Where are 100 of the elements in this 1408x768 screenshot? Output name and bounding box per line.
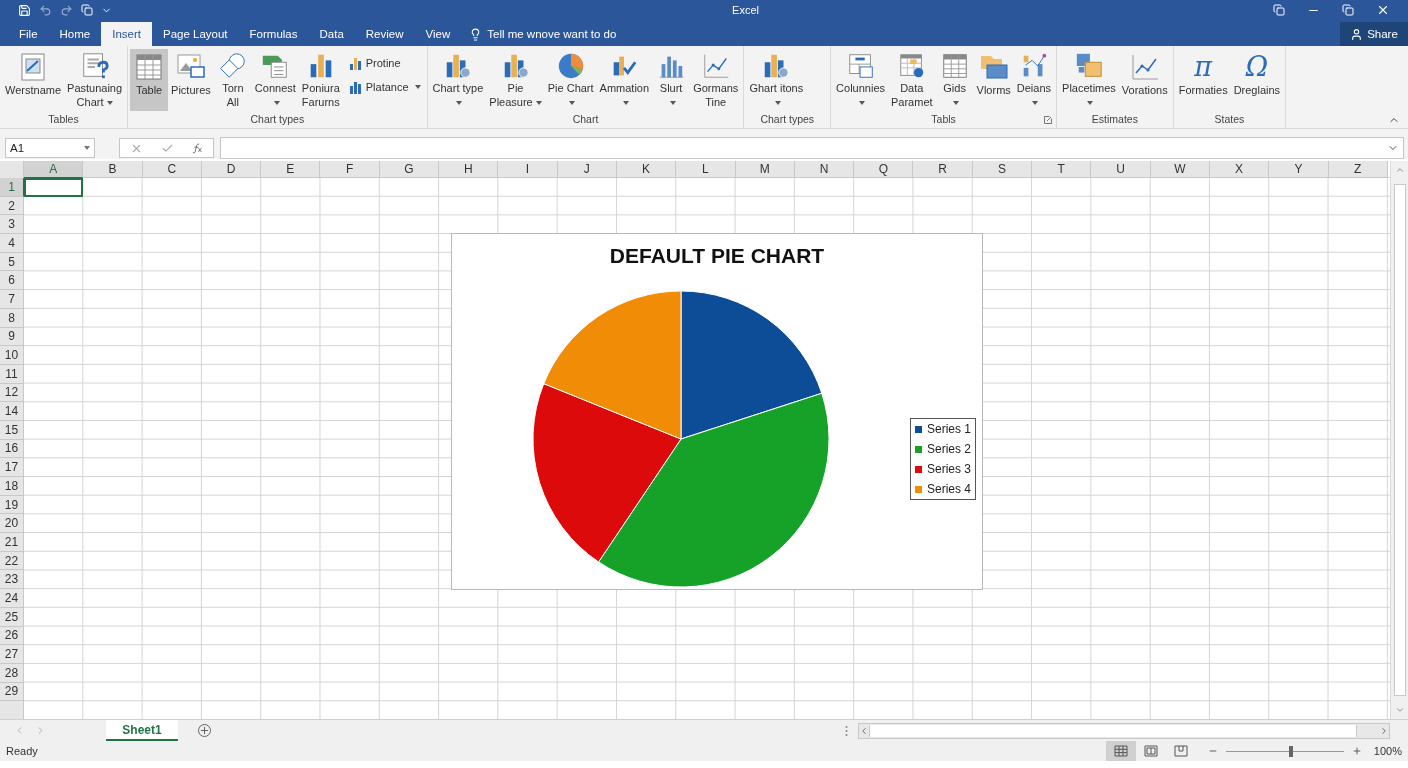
ribbon-button[interactable]: Placetimes	[1059, 49, 1119, 111]
splitter-icon[interactable]	[845, 724, 848, 737]
zoom-thumb[interactable]	[1288, 745, 1293, 757]
ribbon-button[interactable]: Pastunaing Chart	[64, 49, 126, 111]
ribbon-button[interactable]: Connest	[251, 49, 299, 111]
row-header[interactable]: 3	[0, 215, 24, 235]
formula-field[interactable]	[220, 137, 1404, 159]
share-button[interactable]: Share	[1340, 22, 1408, 46]
zoom-level[interactable]: 100%	[1361, 745, 1408, 757]
column-header[interactable]: N	[794, 161, 855, 178]
column-header[interactable]: L	[676, 161, 736, 178]
column-header[interactable]: M	[735, 161, 795, 178]
chart-area[interactable]: DEFAULT PIE CHART Series 1 Series 2 Series 3 Series 4	[451, 233, 983, 590]
column-header[interactable]: U	[1091, 161, 1151, 178]
ribbon-button[interactable]: Werstname	[2, 49, 65, 111]
ribbon-button[interactable]: Gormans Tine	[690, 49, 742, 111]
column-header[interactable]: X	[1209, 161, 1270, 178]
redo-icon[interactable]	[60, 3, 73, 17]
scroll-left-icon[interactable]	[859, 725, 869, 736]
add-sheet-icon[interactable]	[198, 724, 211, 737]
ribbon-button[interactable]: Vorations	[1118, 49, 1171, 111]
ribbon-button[interactable]: Pie Pleasure	[486, 49, 545, 111]
ribbon-button[interactable]: Table	[130, 49, 169, 111]
row-header[interactable]: 27	[0, 645, 24, 664]
ribbon-tab[interactable]: File	[8, 22, 49, 46]
ribbon-tab[interactable]: Page Layout	[152, 22, 239, 46]
row-header[interactable]: 14	[0, 402, 24, 421]
column-header[interactable]: T	[1032, 161, 1092, 178]
ribbon-button[interactable]: Pie Chart	[544, 49, 597, 111]
sheet-tab[interactable]: Sheet1	[106, 720, 178, 741]
column-header[interactable]: R	[913, 161, 973, 178]
ribbon-tab[interactable]: Formulas	[238, 22, 309, 46]
undo-icon[interactable]	[39, 3, 52, 17]
column-header[interactable]: I	[498, 161, 558, 178]
ribbon-button[interactable]: Protine	[346, 55, 421, 71]
ribbon-tab[interactable]: Data	[308, 22, 355, 46]
zoom-in-icon[interactable]	[1351, 746, 1362, 756]
scroll-right-icon[interactable]	[1379, 725, 1389, 736]
row-header[interactable]: 24	[0, 589, 24, 608]
column-header[interactable]: D	[201, 161, 262, 178]
column-header[interactable]: J	[557, 161, 617, 178]
dialog-launcher-icon[interactable]	[1044, 116, 1053, 124]
column-header[interactable]: F	[320, 161, 380, 178]
column-header[interactable]: A	[24, 161, 84, 178]
row-header[interactable]: 10	[0, 346, 24, 365]
active-cell[interactable]	[24, 178, 84, 197]
legend-label: Series 1	[927, 422, 972, 436]
column-header[interactable]: S	[972, 161, 1033, 178]
save-icon[interactable]	[18, 3, 31, 17]
restore-icon[interactable]	[1342, 4, 1354, 16]
scroll-down-icon[interactable]	[1394, 705, 1405, 715]
tell-me-field[interactable]: Tell me wnove want to do	[461, 22, 625, 46]
ribbon-button[interactable]: Pictures	[168, 49, 214, 111]
row-header[interactable]: 17	[0, 458, 24, 477]
function-icon[interactable]	[192, 141, 203, 155]
row-header[interactable]: 6	[0, 271, 24, 291]
horizontal-scrollbar[interactable]	[858, 722, 1390, 739]
ribbon-tab[interactable]: View	[414, 22, 462, 46]
ribbon-button[interactable]: Poniura Farurns	[298, 49, 343, 111]
symbol-icon: Ω	[1245, 51, 1269, 83]
row-header[interactable]: 4	[0, 234, 24, 253]
column-header[interactable]: Q	[854, 161, 914, 178]
name-box[interactable]: A1	[5, 138, 95, 158]
column-header[interactable]: E	[261, 161, 321, 178]
column-header[interactable]: G	[379, 161, 440, 178]
ribbon-button[interactable]: Gids	[935, 49, 974, 111]
ribbon-button[interactable]: Deians	[1013, 49, 1055, 111]
row-header[interactable]: 1	[0, 178, 24, 197]
ribbon-tab[interactable]: Review	[354, 22, 415, 46]
ribbon-button[interactable]: Ghart itons	[746, 49, 807, 111]
row-header[interactable]: 20	[0, 514, 24, 534]
ribbon-button[interactable]: Torn All	[213, 49, 252, 111]
column-header[interactable]: Z	[1328, 161, 1388, 178]
scroll-up-icon[interactable]	[1394, 165, 1405, 175]
view-button[interactable]	[1105, 741, 1136, 761]
row-header[interactable]: 21	[0, 533, 24, 552]
vertical-scrollbar[interactable]	[1390, 161, 1408, 719]
column-header[interactable]: Y	[1269, 161, 1329, 178]
caret-icon	[456, 101, 463, 106]
ribbon-button[interactable]: Data Paramet	[888, 49, 936, 111]
column-header[interactable]: H	[439, 161, 499, 178]
ribbon-button[interactable]: Platance	[346, 79, 421, 95]
ribbon-button[interactable]: Colunnies	[833, 49, 888, 111]
row-header[interactable]: 23	[0, 570, 24, 590]
column-header[interactable]: K	[616, 161, 677, 178]
ribbon-tab[interactable]: Insert	[101, 22, 152, 46]
ribbon-button[interactable]: Ammation	[596, 49, 653, 111]
row-header[interactable]: 7	[0, 290, 24, 309]
column-header[interactable]: W	[1150, 161, 1210, 178]
ribbon-button[interactable]: Slurt	[652, 49, 691, 111]
column-header[interactable]: B	[83, 161, 143, 178]
ribbon-button[interactable]: Chart type	[429, 49, 487, 111]
row-header[interactable]: 18	[0, 477, 24, 496]
status-text: Ready	[5, 745, 38, 757]
close-icon[interactable]	[1376, 3, 1390, 17]
ribbon-button[interactable]: Vlorms	[973, 49, 1014, 111]
column-header[interactable]: C	[142, 161, 202, 178]
ribbon-tab[interactable]: Home	[48, 22, 102, 46]
ribbon-button[interactable]: Ω Dreglains	[1230, 49, 1284, 111]
ribbon-button[interactable]: π Formaties	[1175, 49, 1231, 111]
